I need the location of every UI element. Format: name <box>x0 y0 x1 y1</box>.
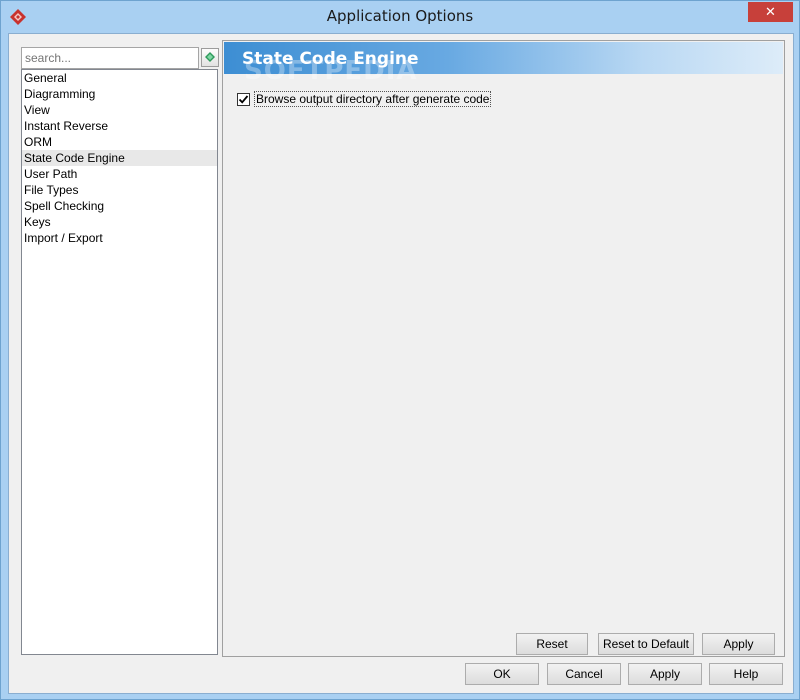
panel-apply-button[interactable]: Apply <box>702 633 775 655</box>
help-button[interactable]: Help <box>709 663 783 685</box>
sidebar-item-spell-checking[interactable]: Spell Checking <box>22 198 217 214</box>
options-window: Application Options ✕ GeneralDiagramming… <box>0 0 800 700</box>
search-input[interactable] <box>21 47 199 69</box>
reset-button[interactable]: Reset <box>516 633 588 655</box>
eraser-icon <box>205 52 215 62</box>
search-container <box>21 47 199 69</box>
panel-header: State Code Engine SOFTPEDIA <box>224 42 783 86</box>
search-button[interactable] <box>201 48 219 67</box>
apply-button[interactable]: Apply <box>628 663 702 685</box>
sidebar-item-user-path[interactable]: User Path <box>22 166 217 182</box>
checkmark-icon <box>238 94 249 104</box>
cancel-button[interactable]: Cancel <box>547 663 621 685</box>
panel-title: State Code Engine <box>242 49 419 69</box>
window-title: Application Options <box>326 7 474 25</box>
browse-output-checkbox[interactable] <box>237 92 250 106</box>
options-panel: State Code Engine SOFTPEDIA Browse outpu… <box>222 40 785 657</box>
option-browse-output[interactable]: Browse output directory after generate c… <box>237 91 492 107</box>
sidebar-item-view[interactable]: View <box>22 102 217 118</box>
sidebar-item-file-types[interactable]: File Types <box>22 182 217 198</box>
ok-button[interactable]: OK <box>465 663 539 685</box>
title-bar[interactable]: Application Options ✕ <box>1 1 799 33</box>
close-button[interactable]: ✕ <box>748 2 793 22</box>
category-list[interactable]: General Diagramming View Instant Reverse ORM… <box>21 69 218 655</box>
sidebar-item-state-code-engine[interactable]: State Code Engine <box>22 150 217 166</box>
sidebar-item-orm[interactable]: ORM <box>22 134 217 150</box>
reset-to-default-button[interactable]: Reset to Default <box>598 633 694 655</box>
sidebar-item-instant-reverse[interactable]: Instant Reverse <box>22 118 217 134</box>
sidebar-item-import-export[interactable]: Import / Export <box>22 230 217 246</box>
sidebar-item-diagramming[interactable]: Diagramming <box>22 86 217 102</box>
sidebar-item-keys[interactable]: Keys <box>22 214 217 230</box>
browse-output-label[interactable]: Browse output directory after generate c… <box>254 91 492 107</box>
sidebar-item-general[interactable]: General <box>22 70 217 86</box>
dialog-client-area: GeneralDiagrammingViewInstant ReverseORM… <box>8 33 794 694</box>
